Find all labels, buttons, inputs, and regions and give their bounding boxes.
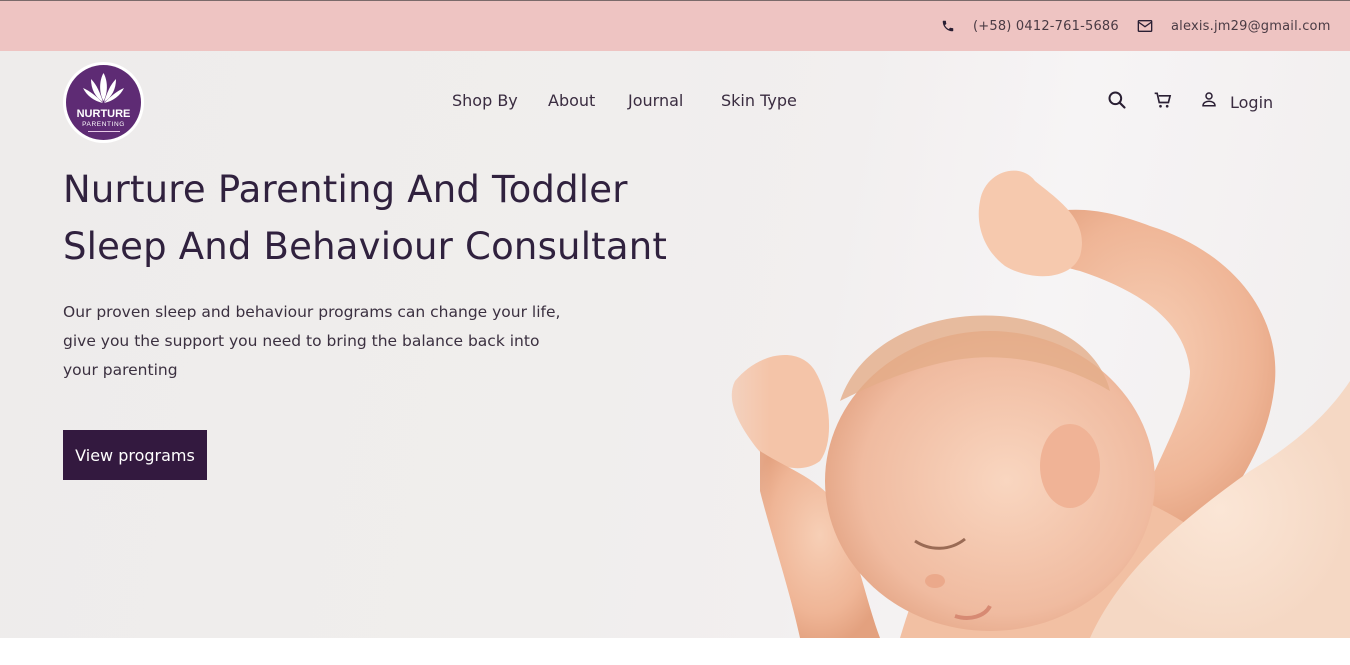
logo-name: NURTURE bbox=[76, 108, 131, 120]
phone-icon bbox=[942, 20, 954, 32]
hero-section: NURTURE PARENTING Shop By About Journal … bbox=[0, 51, 1350, 638]
hero-title-line-2: Sleep And Behaviour Consultant bbox=[63, 225, 668, 268]
login-link[interactable]: Login bbox=[1230, 93, 1273, 112]
view-programs-button[interactable]: View programs bbox=[63, 430, 207, 480]
cart-icon[interactable] bbox=[1153, 89, 1173, 111]
logo-badge: NURTURE PARENTING bbox=[66, 65, 141, 140]
user-icon[interactable] bbox=[1200, 89, 1218, 109]
brand-logo[interactable]: NURTURE PARENTING bbox=[63, 62, 144, 143]
hero-title: Nurture Parenting And Toddler Sleep And … bbox=[63, 161, 723, 275]
hero-title-line-1: Nurture Parenting And Toddler bbox=[63, 168, 628, 211]
mail-icon bbox=[1137, 20, 1153, 32]
logo-divider bbox=[88, 131, 120, 132]
search-icon[interactable] bbox=[1107, 89, 1127, 111]
hero-description: Our proven sleep and behaviour programs … bbox=[63, 303, 561, 379]
email-address: alexis.jm29@gmail.com bbox=[1171, 18, 1331, 34]
nav-item-shop-by[interactable]: Shop By bbox=[452, 91, 518, 110]
nav-item-about[interactable]: About bbox=[548, 91, 595, 110]
nav-item-skin-type[interactable]: Skin Type bbox=[721, 91, 797, 110]
phone-number: (+58) 0412-761-5686 bbox=[973, 18, 1119, 34]
email-contact[interactable]: alexis.jm29@gmail.com bbox=[1137, 1, 1331, 51]
lotus-icon bbox=[83, 73, 124, 103]
top-contact-bar: (+58) 0412-761-5686 alexis.jm29@gmail.co… bbox=[0, 0, 1350, 51]
nav-item-journal[interactable]: Journal bbox=[628, 91, 683, 110]
logo-tagline: PARENTING bbox=[82, 121, 125, 128]
phone-contact[interactable]: (+58) 0412-761-5686 bbox=[941, 1, 1119, 51]
